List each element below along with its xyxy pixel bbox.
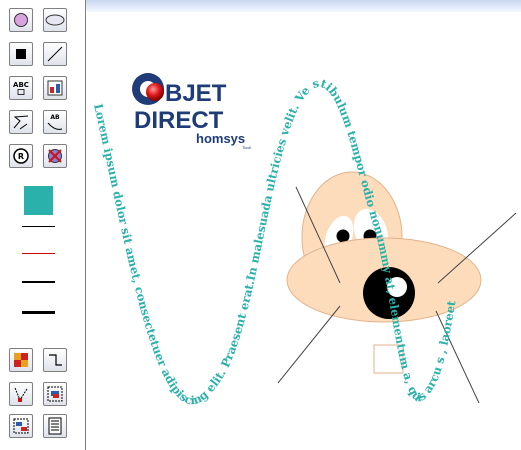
page-tool[interactable]: [43, 414, 67, 438]
ungroup-icon: [13, 418, 29, 434]
circle-icon: [14, 13, 28, 27]
delete-icon: [48, 149, 62, 163]
grid-icon: [14, 353, 28, 367]
diagonal-line-icon: [47, 46, 63, 62]
text-on-path-tool[interactable]: AB: [43, 110, 67, 134]
group-icon: [47, 386, 63, 402]
drawing-canvas[interactable]: BJET DIRECT homsys Tivoli Lorem ipsum do…: [86, 12, 521, 450]
step-icon: [49, 354, 62, 366]
square-tool[interactable]: [9, 42, 33, 66]
line-thin-red[interactable]: [22, 253, 55, 254]
drawing-surface: BJET DIRECT homsys Tivoli Lorem ipsum do…: [91, 59, 517, 407]
logo-text-tagline: Tivoli: [242, 145, 251, 150]
red-ball-icon: [146, 83, 164, 101]
line-tool[interactable]: [43, 42, 67, 66]
polyline-tool[interactable]: [9, 110, 33, 134]
text-box-icon: ABC: [13, 81, 29, 89]
rotate-tool[interactable]: R: [9, 144, 33, 168]
text-path-icon: AB: [50, 113, 60, 121]
toolbar: ABC AB R: [0, 0, 86, 450]
objet-direct-logo[interactable]: BJET DIRECT homsys Tivoli: [128, 59, 268, 150]
logo-text-objet: BJET: [165, 80, 227, 107]
delete-tool[interactable]: [43, 144, 67, 168]
filled-square-icon: [16, 49, 26, 59]
text-box-frame: [17, 89, 25, 95]
polyline-icon: [13, 115, 29, 130]
line-thin-black[interactable]: [22, 226, 55, 227]
group-tool[interactable]: [43, 382, 67, 406]
logo-text-homsys: homsys: [196, 131, 245, 146]
step-tool[interactable]: [43, 348, 67, 372]
select-point-tool[interactable]: [9, 382, 33, 406]
rotate-label: R: [17, 151, 25, 161]
whisker: [277, 305, 341, 384]
line-medium-black[interactable]: [22, 281, 55, 283]
ellipse-icon: [45, 14, 65, 26]
line-thick-black[interactable]: [22, 311, 55, 314]
grid-tool[interactable]: [9, 348, 33, 372]
select-point-icon: [14, 387, 28, 402]
text-path-curve: [47, 122, 63, 130]
fill-color-swatch[interactable]: [24, 186, 53, 215]
text-box-tool[interactable]: ABC: [9, 76, 33, 100]
ellipse-tool[interactable]: [43, 8, 67, 32]
logo-text-direct: DIRECT: [134, 107, 224, 134]
image-tool[interactable]: [43, 76, 67, 100]
page-icon: [48, 417, 62, 435]
canvas-header: [86, 0, 521, 12]
ungroup-tool[interactable]: [9, 414, 33, 438]
circle-tool[interactable]: [9, 8, 33, 32]
image-icon: [47, 80, 63, 96]
